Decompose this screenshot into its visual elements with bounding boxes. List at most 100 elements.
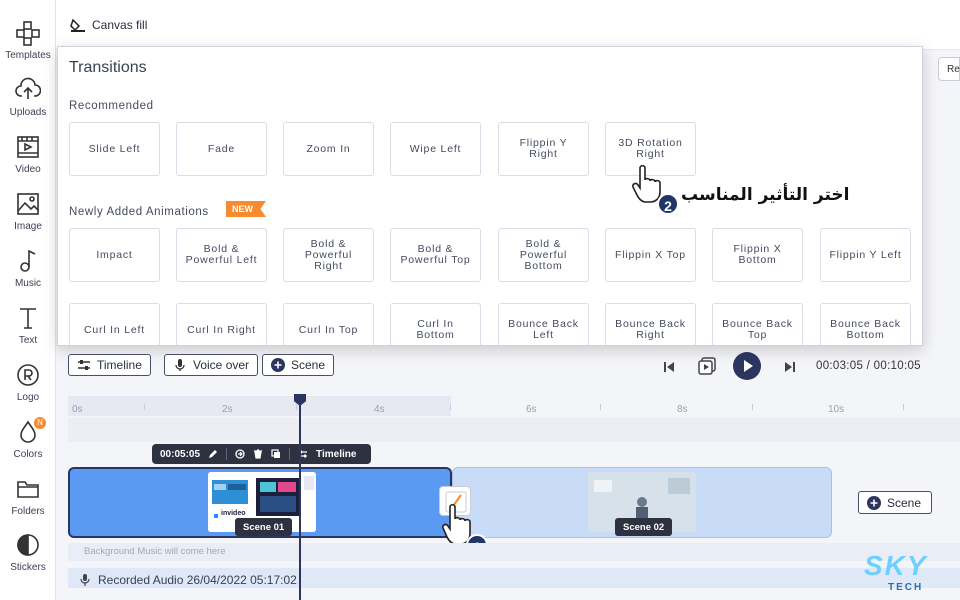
sidebar-label-uploads: Uploads — [9, 107, 47, 118]
animation-tile[interactable]: Curl In Top — [283, 303, 374, 345]
skip-forward-icon[interactable] — [784, 361, 796, 373]
transition-tile[interactable]: Fade — [176, 122, 267, 176]
timeline-button[interactable]: Timeline — [68, 354, 151, 376]
sidebar-label-templates: Templates — [5, 50, 51, 61]
sidebar-item-video[interactable]: Video — [0, 134, 56, 175]
tick — [450, 404, 451, 410]
animation-tile[interactable]: Bounce Back Bottom — [820, 303, 911, 345]
animation-tile[interactable]: Impact — [69, 228, 160, 282]
animation-tile[interactable]: Bold & Powerful Right — [283, 228, 374, 282]
topbar-right-button[interactable]: Re — [938, 57, 960, 81]
preview-icon[interactable] — [697, 356, 717, 376]
scene-toolbar: 00:05:05 Timeline — [152, 444, 371, 464]
sidebar-label-music: Music — [14, 278, 42, 289]
sidebar-item-folders[interactable]: Folders — [0, 476, 56, 517]
time-readout: 00:03:05 / 00:10:05 — [816, 360, 921, 372]
sidebar-label-logo: Logo — [16, 392, 40, 403]
sidebar-label-text: Text — [18, 335, 38, 346]
sidebar-item-stickers[interactable]: Stickers — [0, 532, 56, 573]
scene-button-label: Scene — [291, 358, 326, 372]
add-scene-top-button[interactable]: Scene — [262, 354, 335, 376]
transition-tile[interactable]: Zoom In — [283, 122, 374, 176]
scene-01-thumb-text: invideo — [221, 510, 246, 517]
upload-cloud-icon — [14, 77, 42, 103]
voice-over-label: Voice over — [193, 358, 250, 372]
sidebar-item-uploads[interactable]: Uploads — [0, 77, 56, 118]
sidebar-label-colors: Colors — [13, 449, 43, 460]
left-sidebar: Templates Uploads Video Image Music Text — [0, 0, 56, 600]
animation-tile[interactable]: Curl In Right — [176, 303, 267, 345]
animation-tile[interactable]: Bounce Back Left — [498, 303, 589, 345]
voice-over-button[interactable]: Voice over — [164, 354, 259, 376]
scene-01-label: Scene 01 — [235, 518, 293, 536]
tick — [752, 404, 753, 410]
animation-tile[interactable]: Flippin Y Left — [820, 228, 911, 282]
timeline-ruler[interactable]: 0s 2s 4s 6s 8s 10s — [68, 396, 960, 416]
logo-r-icon — [14, 362, 42, 388]
plus-circle-icon — [271, 358, 285, 372]
tick — [903, 404, 904, 410]
recommended-label: Recommended — [69, 100, 154, 112]
sidebar-item-music[interactable]: Music — [0, 248, 56, 289]
sidebar-item-image[interactable]: Image — [0, 191, 56, 232]
sidebar-item-templates[interactable]: Templates — [0, 20, 56, 61]
transition-tile[interactable]: Slide Left — [69, 122, 160, 176]
add-scene-button[interactable]: Scene — [858, 491, 933, 514]
animation-tile[interactable]: Bounce Back Top — [712, 303, 803, 345]
canvas-fill-button[interactable]: Canvas fill — [70, 17, 147, 33]
playhead[interactable] — [299, 398, 301, 600]
arabic-instruction: اختر التأثير المناسب — [681, 185, 850, 205]
animation-tile[interactable]: Flippin X Top — [605, 228, 696, 282]
ruler-played-range — [68, 396, 451, 416]
edit-pencil-icon[interactable] — [208, 449, 218, 459]
microphone-icon — [175, 359, 185, 371]
tick — [600, 404, 601, 410]
sidebar-item-colors[interactable]: N Colors — [0, 417, 56, 460]
text-icon — [14, 305, 42, 331]
sidebar-label-stickers: Stickers — [10, 562, 46, 573]
logo-text-sky: SKY — [864, 550, 928, 581]
scene-duration[interactable]: 00:05:05 — [160, 449, 200, 460]
animation-tile[interactable]: Bounce Back Right — [605, 303, 696, 345]
sidebar-label-video: Video — [15, 164, 41, 175]
tick-label: 6s — [526, 404, 537, 415]
step-2-badge: 2 — [657, 193, 679, 215]
replace-icon[interactable] — [235, 449, 245, 459]
timeline-button-label: Timeline — [97, 358, 142, 372]
sidebar-item-text[interactable]: Text — [0, 305, 56, 346]
play-button[interactable] — [733, 352, 761, 380]
recorded-audio-track[interactable]: Recorded Audio 26/04/2022 05:17:02 — [68, 568, 960, 588]
video-icon — [14, 134, 42, 160]
sliders-icon — [78, 360, 90, 370]
tick-label: 4s — [374, 404, 385, 415]
tick-label: 8s — [677, 404, 688, 415]
recorded-audio-label: Recorded Audio 26/04/2022 05:17:02 — [98, 572, 297, 587]
total-time: 00:10:05 — [873, 360, 921, 372]
skip-back-icon[interactable] — [663, 361, 675, 373]
animation-tile[interactable]: Bold & Powerful Top — [390, 228, 481, 282]
paint-bucket-icon — [70, 18, 85, 32]
transition-tile[interactable]: Wipe Left — [390, 122, 481, 176]
sidebar-label-image: Image — [14, 221, 42, 232]
animation-tile[interactable]: Flippin X Bottom — [712, 228, 803, 282]
skytech-logo: SKY TECH — [846, 548, 946, 598]
duplicate-icon[interactable] — [271, 449, 281, 459]
background-music-track[interactable]: Background Music will come here — [68, 543, 960, 561]
sidebar-item-logo[interactable]: Logo — [0, 362, 56, 403]
scene-toolbar-timeline[interactable]: Timeline — [316, 449, 356, 460]
trash-icon[interactable] — [253, 449, 263, 459]
animation-tile[interactable]: Curl In Bottom — [390, 303, 481, 345]
empty-track — [68, 418, 960, 442]
add-scene-label: Scene — [887, 495, 922, 510]
transition-tile[interactable]: Flippin Y Right — [498, 122, 589, 176]
animation-tile[interactable]: Bold & Powerful Left — [176, 228, 267, 282]
canvas-fill-label: Canvas fill — [92, 18, 148, 32]
colors-new-badge: N — [34, 417, 46, 429]
animation-tile[interactable]: Curl In Left — [69, 303, 160, 345]
animation-tile[interactable]: Bold & Powerful Bottom — [498, 228, 589, 282]
microphone-icon — [80, 573, 90, 586]
image-icon — [14, 191, 42, 217]
new-badge: NEW — [226, 201, 266, 217]
tick-label: 2s — [222, 404, 233, 415]
tick-label: 0s — [72, 404, 83, 415]
